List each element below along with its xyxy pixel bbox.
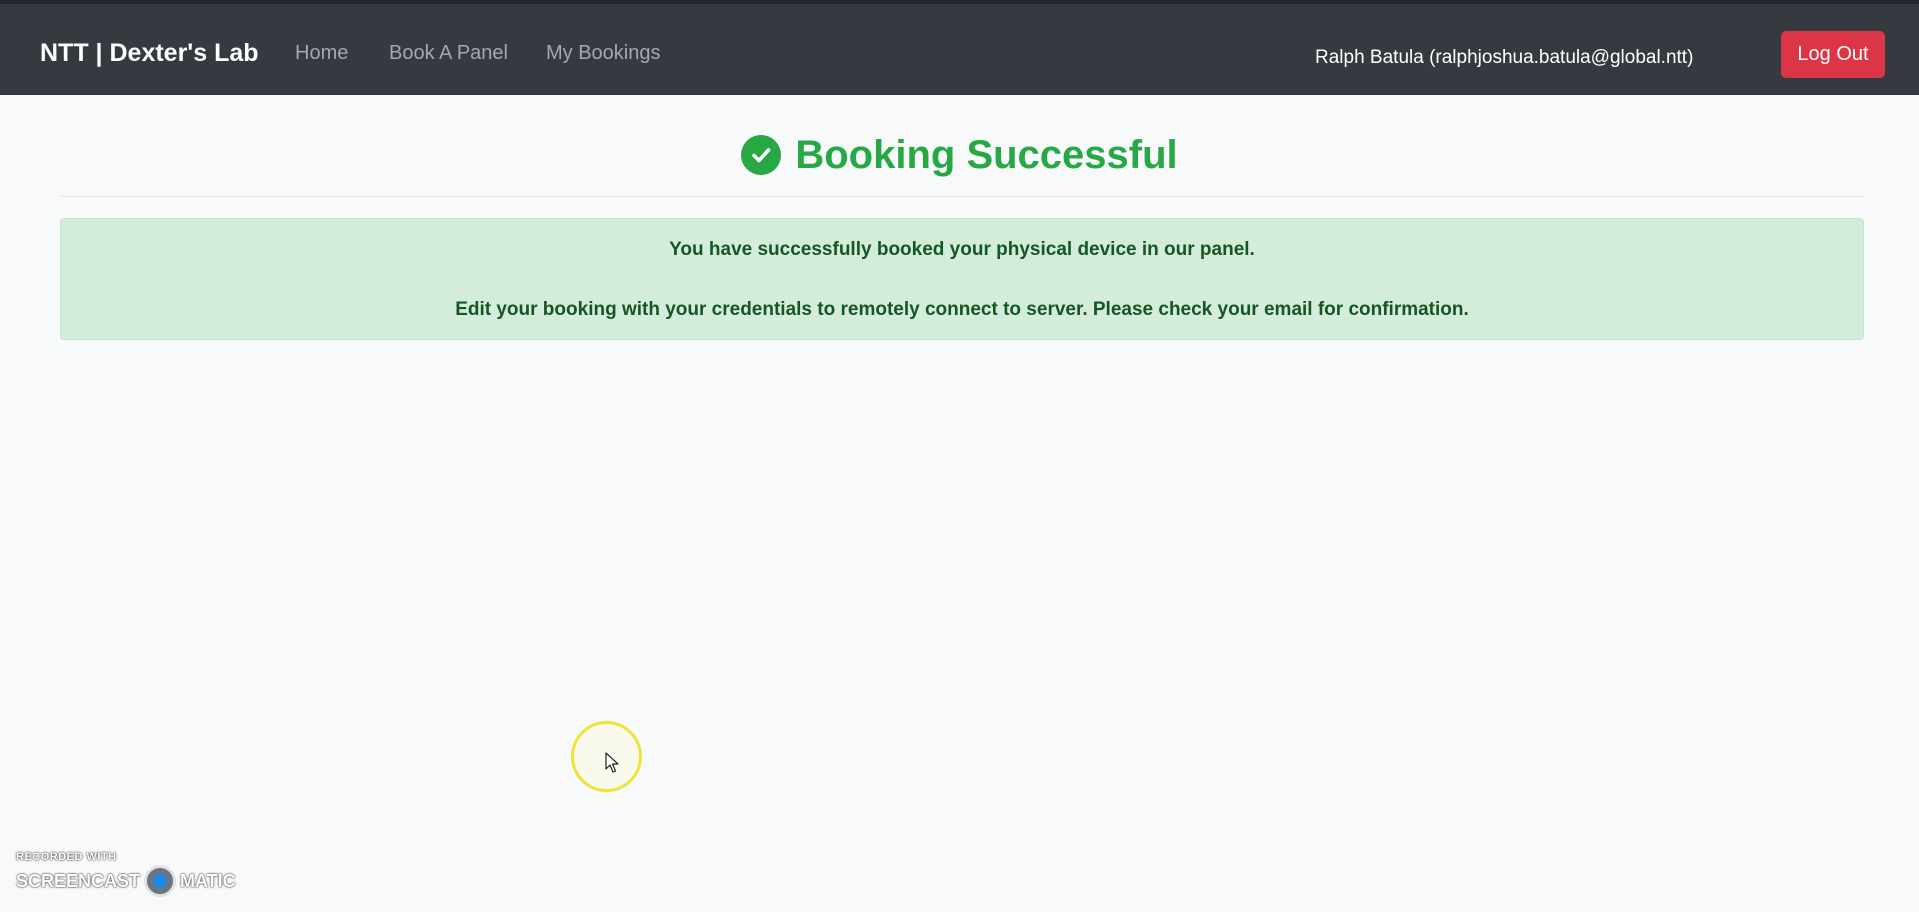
nav-link-home[interactable]: Home: [295, 42, 348, 65]
brand-logo[interactable]: NTT | Dexter's Lab: [40, 39, 259, 68]
top-navbar: NTT | Dexter's Lab Home Book A Panel My …: [0, 0, 1919, 95]
watermark-text-right: MATIC: [180, 870, 236, 891]
screencast-watermark: RECORDED WITH SCREENCAST MATIC: [16, 851, 236, 897]
success-alert: You have successfully booked your physic…: [60, 218, 1864, 340]
watermark-caption: RECORDED WITH: [16, 851, 117, 863]
nav-link-my-bookings[interactable]: My Bookings: [546, 42, 661, 65]
alert-message: You have successfully booked your physic…: [669, 239, 1255, 260]
nav-link-book-a-panel[interactable]: Book A Panel: [389, 42, 508, 65]
page-title: Booking Successful: [0, 130, 1919, 180]
check-circle-icon: [741, 135, 782, 175]
alert-instructions: Edit your booking with your credentials …: [455, 299, 1469, 320]
watermark-text-left: SCREENCAST: [16, 870, 141, 891]
divider: [60, 196, 1864, 197]
page: NTT | Dexter's Lab Home Book A Panel My …: [0, 0, 1919, 912]
watermark-wordmark: SCREENCAST MATIC: [16, 865, 236, 897]
mouse-pointer-icon: [605, 752, 619, 773]
logout-button[interactable]: Log Out: [1781, 31, 1885, 78]
screencast-logo-icon: [144, 865, 177, 897]
page-title-text: Booking Successful: [795, 132, 1178, 177]
user-info: Ralph Batula (ralphjoshua.batula@global.…: [1315, 47, 1694, 68]
